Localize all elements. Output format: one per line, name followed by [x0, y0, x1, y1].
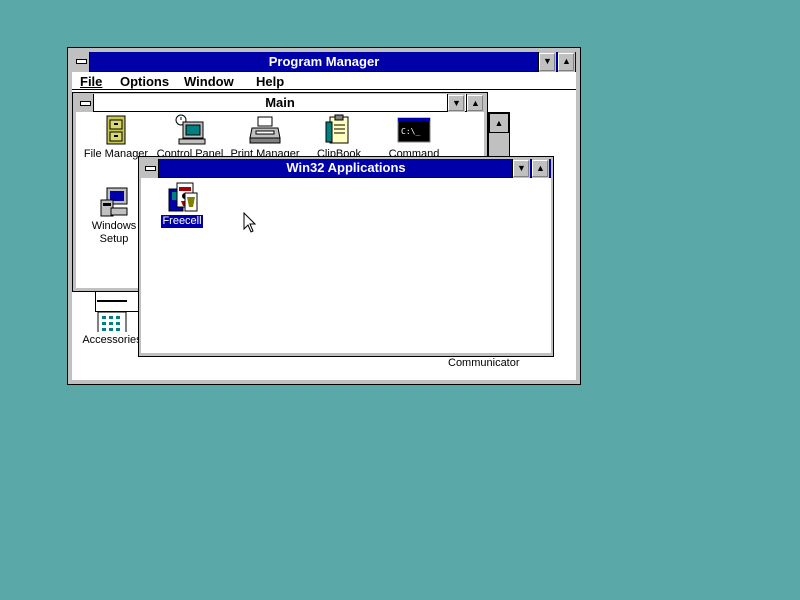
chevron-up-icon[interactable]: ▲ — [557, 52, 575, 72]
group-border-stub — [95, 292, 139, 312]
clipbook-icon — [325, 114, 349, 144]
command-icon-item[interactable]: C:\_ Command — [376, 114, 452, 161]
chevron-up-icon[interactable]: ▲ — [466, 94, 484, 112]
win32-group-title: Win32 Applications — [286, 160, 406, 175]
mouse-cursor-icon — [243, 212, 257, 233]
command-prompt-icon: C:\_ — [397, 117, 431, 143]
chevron-up-icon[interactable]: ▲ — [531, 159, 549, 178]
scroll-up-arrow-icon[interactable]: ▲ — [489, 113, 509, 133]
menu-window[interactable]: Window — [184, 74, 234, 89]
win32-group-titlebar[interactable]: Win32 Applications — [141, 159, 551, 178]
clipbook-icon-item[interactable]: ClipBook — [301, 114, 377, 161]
menu-options[interactable]: Options — [120, 74, 169, 89]
chevron-down-icon[interactable]: ▼ — [447, 94, 465, 112]
windows-setup-icon — [100, 187, 128, 217]
freecell-icon — [168, 182, 198, 212]
menu-help[interactable]: Help — [256, 74, 284, 89]
printer-icon — [249, 116, 281, 144]
control-panel-icon — [175, 114, 206, 145]
system-menu-icon[interactable] — [72, 52, 90, 72]
svg-text:C:\_: C:\_ — [401, 127, 420, 136]
control-panel-icon-item[interactable]: Control Panel — [152, 114, 228, 161]
menu-bar: File Options Window Help — [72, 72, 576, 90]
main-group-title: Main — [265, 95, 295, 110]
file-manager-icon-item[interactable]: File Manager — [78, 114, 154, 161]
chevron-down-icon[interactable]: ▼ — [538, 52, 556, 72]
freecell-icon-item[interactable]: Freecell — [144, 181, 220, 228]
print-manager-icon-item[interactable]: Print Manager — [227, 114, 303, 161]
menu-file[interactable]: File — [80, 74, 102, 89]
system-menu-icon[interactable] — [76, 94, 94, 112]
program-manager-titlebar[interactable]: Program Manager — [72, 52, 576, 72]
program-manager-title: Program Manager — [268, 54, 380, 69]
freecell-label: Freecell — [161, 215, 203, 228]
communicator-label[interactable]: Communicator — [448, 357, 520, 369]
chevron-down-icon[interactable]: ▼ — [512, 159, 530, 178]
file-cabinet-icon — [106, 115, 126, 145]
system-menu-icon[interactable] — [141, 159, 159, 178]
main-group-titlebar[interactable]: Main — [76, 94, 484, 112]
